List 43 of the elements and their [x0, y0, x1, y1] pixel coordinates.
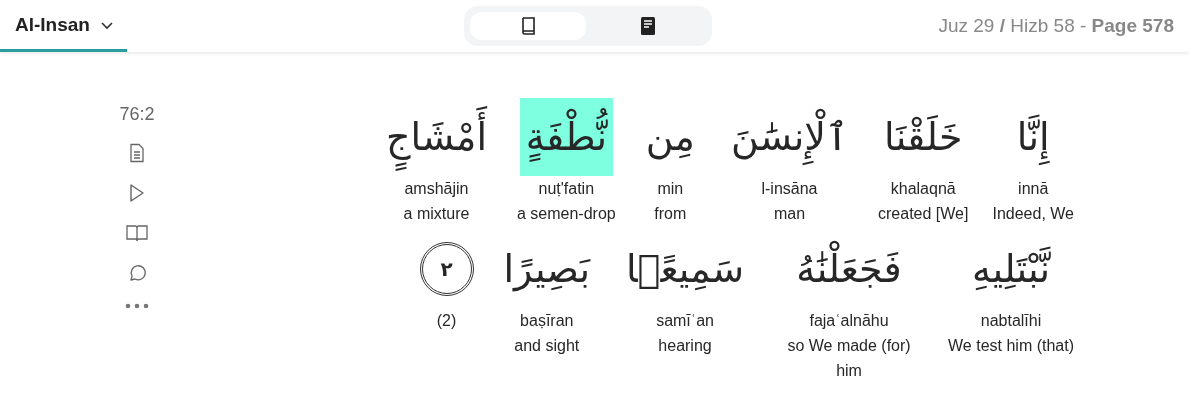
arabic-word[interactable]: بَصِيرًا [497, 230, 597, 308]
book-icon [519, 16, 536, 36]
arabic-word[interactable]: خَلَقْنَا [878, 98, 969, 176]
comment-icon[interactable] [127, 263, 147, 283]
transliteration: khalaqnā [890, 179, 956, 199]
transliteration: fajaʿalnāhu [809, 311, 889, 331]
arabic-word[interactable]: فَجَعَلْنَٰهُ [790, 230, 908, 308]
transliteration: min [657, 179, 684, 199]
transliteration: baṣīran [520, 311, 574, 331]
arabic-word[interactable]: مِن [639, 98, 701, 176]
translation: We test him (that) [948, 336, 1074, 356]
arabic-word[interactable]: نَّبْتَلِيهِ [966, 230, 1056, 308]
arabic-word[interactable]: نُّطْفَةٍ [519, 98, 613, 176]
transliteration: (2) [436, 311, 457, 331]
translation: a mixture [403, 204, 470, 224]
translation: hearing [658, 336, 712, 356]
transliteration: nuṭ'fatin [538, 179, 595, 199]
translation: and sight [514, 336, 580, 356]
page-location: Juz 29 / Hizb 58 - Page 578 [938, 15, 1174, 37]
surah-selector[interactable]: Al-Insan [0, 0, 127, 52]
verse-number: 76:2 [119, 104, 155, 125]
open-book-icon[interactable] [126, 223, 148, 243]
document-icon[interactable] [129, 143, 145, 163]
more-icon[interactable] [125, 303, 149, 309]
transliteration: nabtalīhi [980, 311, 1042, 331]
page-icon [639, 16, 656, 36]
transliteration: amshājin [404, 179, 469, 199]
transliteration: samīʿan [656, 311, 714, 331]
play-icon[interactable] [129, 183, 145, 203]
translation: created [We] [878, 204, 969, 224]
view-mode-tab[interactable] [469, 12, 586, 40]
arabic-word[interactable]: ٱلْإِنسَٰنَ [724, 98, 855, 176]
chevron-down-icon [99, 19, 114, 30]
translation: so We made (for) him [786, 336, 912, 381]
translation: from [654, 204, 687, 224]
translation: a semen-drop [516, 204, 616, 224]
arabic-word[interactable]: إِنَّا [1010, 98, 1056, 176]
arabic-word[interactable]: أَمْشَاجٍ [380, 98, 493, 176]
arabic-word[interactable]: سَمِيعًۢا [620, 230, 751, 308]
translation: Indeed, We [992, 204, 1074, 224]
transliteration: innā [1018, 179, 1049, 199]
transliteration: l-insāna [761, 179, 818, 199]
translation: man [773, 204, 806, 224]
